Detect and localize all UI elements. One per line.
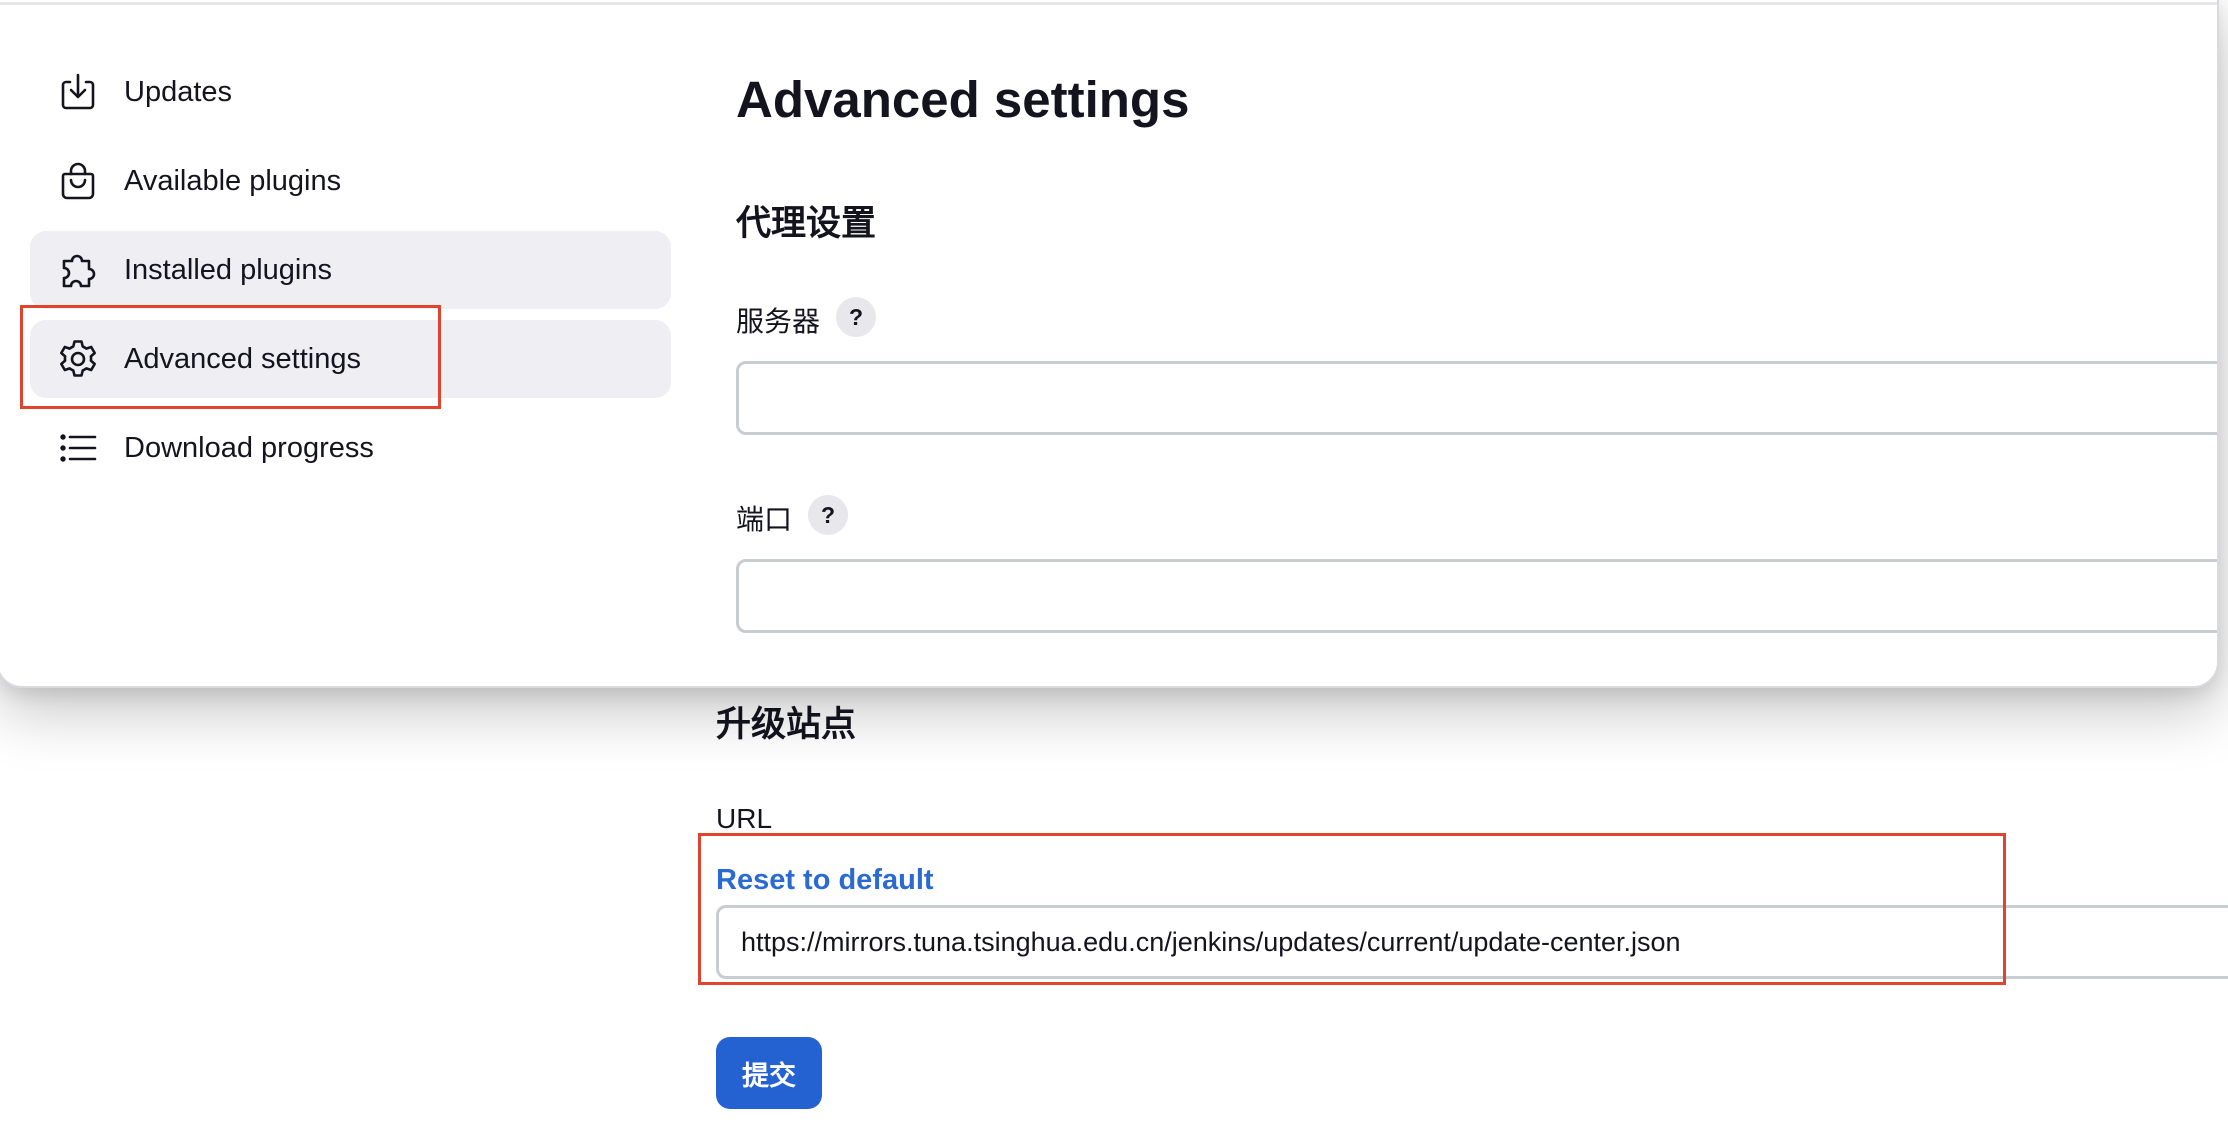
sidebar-item-label: Advanced settings bbox=[124, 342, 361, 375]
update-site-section-title: 升级站点 bbox=[716, 705, 857, 744]
url-label: URL bbox=[716, 803, 773, 834]
sidebar-item-label: Available plugins bbox=[124, 164, 342, 197]
server-label: 服务器 bbox=[736, 306, 821, 337]
sidebar-item-updates[interactable]: Updates bbox=[30, 53, 671, 131]
proxy-server-input[interactable] bbox=[736, 361, 2217, 435]
shopping-bag-icon bbox=[56, 159, 100, 203]
plugin-manager-panel: Updates Available plugins Installed plug… bbox=[0, 0, 2219, 688]
reset-to-default-link[interactable]: Reset to default bbox=[716, 864, 934, 897]
gear-icon bbox=[56, 337, 100, 381]
puzzle-icon bbox=[56, 248, 100, 292]
port-help-icon[interactable]: ? bbox=[808, 495, 848, 535]
port-label: 端口 bbox=[736, 504, 793, 535]
list-icon bbox=[56, 426, 100, 470]
download-icon bbox=[56, 70, 100, 114]
sidebar-item-label: Updates bbox=[124, 75, 233, 108]
proxy-port-input[interactable] bbox=[736, 559, 2217, 633]
page-title: Advanced settings bbox=[736, 71, 1190, 128]
panel-top-divider bbox=[0, 2, 2217, 5]
update-site-url-input[interactable] bbox=[716, 905, 2228, 979]
sidebar-item-label: Download progress bbox=[124, 431, 374, 464]
sidebar-item-installed-plugins[interactable]: Installed plugins bbox=[30, 231, 671, 309]
sidebar-item-label: Installed plugins bbox=[124, 253, 332, 286]
server-help-icon[interactable]: ? bbox=[836, 297, 876, 337]
sidebar-item-download-progress[interactable]: Download progress bbox=[30, 409, 671, 487]
proxy-section-title: 代理设置 bbox=[736, 204, 877, 243]
page: 升级站点 URL Reset to default 提交 Updates bbox=[0, 0, 2228, 1138]
sidebar-item-advanced-settings[interactable]: Advanced settings bbox=[30, 320, 671, 398]
sidebar-item-available-plugins[interactable]: Available plugins bbox=[30, 142, 671, 220]
submit-button[interactable]: 提交 bbox=[716, 1037, 822, 1109]
